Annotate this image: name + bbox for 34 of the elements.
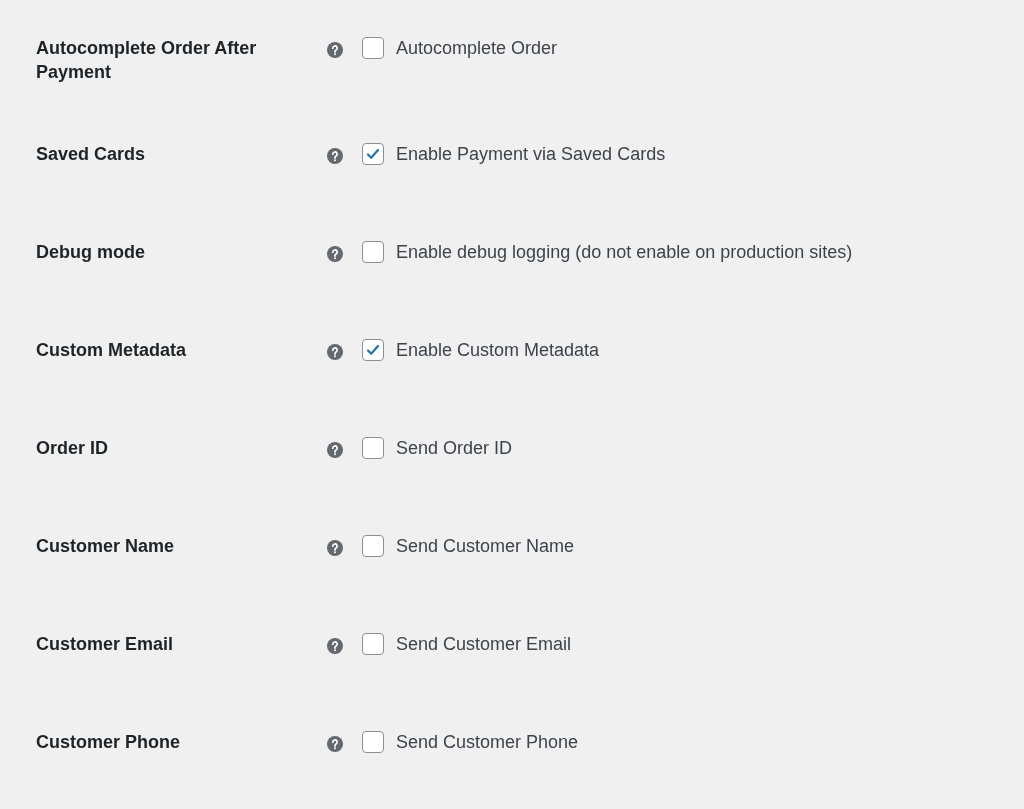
checkbox-label: Enable debug logging (do not enable on production sites) [396, 241, 853, 264]
checkbox-label: Send Customer Name [396, 535, 575, 558]
checkmark-icon [365, 146, 381, 162]
checkbox[interactable] [362, 339, 384, 361]
setting-label: Customer Email [36, 633, 175, 656]
setting-label: Customer Phone [36, 731, 182, 754]
help-icon[interactable] [327, 442, 343, 458]
help-icon[interactable] [327, 246, 343, 262]
checkbox-label: Enable Payment via Saved Cards [396, 143, 666, 166]
checkbox[interactable] [362, 37, 384, 59]
help-icon[interactable] [327, 344, 343, 360]
checkbox-label: Send Customer Phone [396, 731, 579, 754]
checkbox[interactable] [362, 437, 384, 459]
checkbox[interactable] [362, 241, 384, 263]
checkmark-icon [365, 342, 381, 358]
help-icon[interactable] [327, 736, 343, 752]
checkbox-label: Send Customer Email [396, 633, 572, 656]
help-icon[interactable] [327, 42, 343, 58]
setting-label: Order ID [36, 437, 110, 460]
setting-label: Autocomplete Order After Payment [36, 37, 258, 84]
setting-label: Saved Cards [36, 143, 147, 166]
setting-label: Custom Metadata [36, 339, 188, 362]
help-icon[interactable] [327, 638, 343, 654]
checkbox[interactable] [362, 535, 384, 557]
setting-label: Debug mode [36, 241, 146, 264]
checkbox-label: Enable Custom Metadata [396, 339, 600, 362]
help-icon[interactable] [327, 540, 343, 556]
checkbox-label: Send Order ID [396, 437, 513, 460]
help-icon[interactable] [327, 148, 343, 164]
checkbox[interactable] [362, 633, 384, 655]
checkbox[interactable] [362, 731, 384, 753]
setting-label: Customer Name [36, 535, 176, 558]
checkbox-label: Autocomplete Order [396, 37, 558, 60]
checkbox[interactable] [362, 143, 384, 165]
